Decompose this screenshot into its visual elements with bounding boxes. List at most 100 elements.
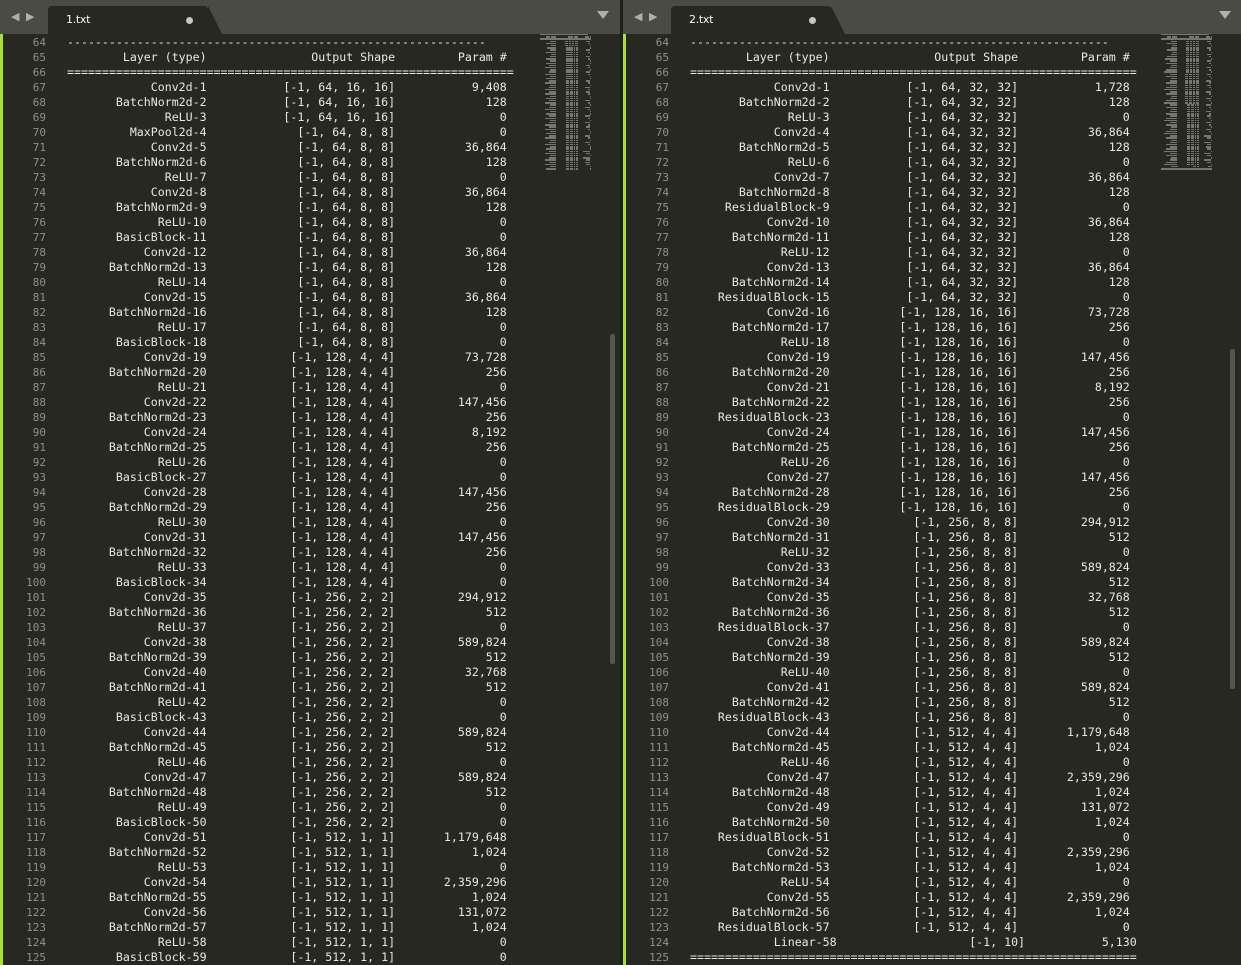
code-line[interactable]: 66 ======================================… bbox=[623, 65, 1153, 80]
unsaved-dot-icon[interactable] bbox=[809, 17, 816, 24]
code-line[interactable]: 103 ResidualBlock-37 [-1, 256, 8, 8] 0 bbox=[623, 620, 1153, 635]
editor-pane-left[interactable]: ◀ ▶ 1.txt 64 ----------------------------… bbox=[0, 0, 620, 965]
code-line[interactable]: 69 ReLU-3 [-1, 64, 32, 32] 0 bbox=[623, 110, 1153, 125]
code-line[interactable]: 95 ResidualBlock-29 [-1, 128, 16, 16] 0 bbox=[623, 500, 1153, 515]
nav-back-icon[interactable]: ◀ bbox=[11, 10, 19, 24]
code-line[interactable]: 100 BatchNorm2d-34 [-1, 256, 8, 8] 512 bbox=[623, 575, 1153, 590]
scrollbar[interactable] bbox=[609, 34, 616, 965]
code-line[interactable]: 106 ReLU-40 [-1, 256, 8, 8] 0 bbox=[623, 665, 1153, 680]
nav-forward-icon[interactable]: ▶ bbox=[649, 10, 657, 24]
code-line[interactable]: 80 ReLU-14 [-1, 64, 8, 8] 0 bbox=[0, 275, 535, 290]
unsaved-dot-icon[interactable] bbox=[186, 17, 193, 24]
code-line[interactable]: 117 Conv2d-51 [-1, 512, 1, 1] 1,179,648 bbox=[0, 830, 535, 845]
code-line[interactable]: 101 Conv2d-35 [-1, 256, 8, 8] 32,768 bbox=[623, 590, 1153, 605]
code-line[interactable]: 81 Conv2d-15 [-1, 64, 8, 8] 36,864 bbox=[0, 290, 535, 305]
code-line[interactable]: 72 BatchNorm2d-6 [-1, 64, 8, 8] 128 bbox=[0, 155, 535, 170]
code-line[interactable]: 94 Conv2d-28 [-1, 128, 4, 4] 147,456 bbox=[0, 485, 535, 500]
code-line[interactable]: 106 Conv2d-40 [-1, 256, 2, 2] 32,768 bbox=[0, 665, 535, 680]
code-line[interactable]: 123 BatchNorm2d-57 [-1, 512, 1, 1] 1,024 bbox=[0, 920, 535, 935]
code-line[interactable]: 90 Conv2d-24 [-1, 128, 4, 4] 8,192 bbox=[0, 425, 535, 440]
code-line[interactable]: 120 ReLU-54 [-1, 512, 4, 4] 0 bbox=[623, 875, 1153, 890]
code-line[interactable]: 78 Conv2d-12 [-1, 64, 8, 8] 36,864 bbox=[0, 245, 535, 260]
code-line[interactable]: 114 BatchNorm2d-48 [-1, 256, 2, 2] 512 bbox=[0, 785, 535, 800]
code-line[interactable]: 76 Conv2d-10 [-1, 64, 32, 32] 36,864 bbox=[623, 215, 1153, 230]
code-line[interactable]: 88 Conv2d-22 [-1, 128, 4, 4] 147,456 bbox=[0, 395, 535, 410]
code-line[interactable]: 100 BasicBlock-34 [-1, 128, 4, 4] 0 bbox=[0, 575, 535, 590]
code-line[interactable]: 83 ReLU-17 [-1, 64, 8, 8] 0 bbox=[0, 320, 535, 335]
code-line[interactable]: 89 ResidualBlock-23 [-1, 128, 16, 16] 0 bbox=[623, 410, 1153, 425]
code-line[interactable]: 82 BatchNorm2d-16 [-1, 64, 8, 8] 128 bbox=[0, 305, 535, 320]
code-line[interactable]: 114 BatchNorm2d-48 [-1, 512, 4, 4] 1,024 bbox=[623, 785, 1153, 800]
code-line[interactable]: 121 BatchNorm2d-55 [-1, 512, 1, 1] 1,024 bbox=[0, 890, 535, 905]
code-line[interactable]: 96 Conv2d-30 [-1, 256, 8, 8] 294,912 bbox=[623, 515, 1153, 530]
code-line[interactable]: 98 BatchNorm2d-32 [-1, 128, 4, 4] 256 bbox=[0, 545, 535, 560]
code-line[interactable]: 96 ReLU-30 [-1, 128, 4, 4] 0 bbox=[0, 515, 535, 530]
code-line[interactable]: 75 ResidualBlock-9 [-1, 64, 32, 32] 0 bbox=[623, 200, 1153, 215]
code-line[interactable]: 92 ReLU-26 [-1, 128, 16, 16] 0 bbox=[623, 455, 1153, 470]
code-line[interactable]: 65 Layer (type) Output Shape Param # bbox=[0, 50, 535, 65]
code-line[interactable]: 77 BatchNorm2d-11 [-1, 64, 32, 32] 128 bbox=[623, 230, 1153, 245]
code-line[interactable]: 87 Conv2d-21 [-1, 128, 16, 16] 8,192 bbox=[623, 380, 1153, 395]
code-line[interactable]: 102 BatchNorm2d-36 [-1, 256, 8, 8] 512 bbox=[623, 605, 1153, 620]
code-line[interactable]: 74 Conv2d-8 [-1, 64, 8, 8] 36,864 bbox=[0, 185, 535, 200]
nav-forward-icon[interactable]: ▶ bbox=[26, 10, 34, 24]
code-line[interactable]: 95 BatchNorm2d-29 [-1, 128, 4, 4] 256 bbox=[0, 500, 535, 515]
code-line[interactable]: 122 BatchNorm2d-56 [-1, 512, 4, 4] 1,024 bbox=[623, 905, 1153, 920]
code-line[interactable]: 113 Conv2d-47 [-1, 512, 4, 4] 2,359,296 bbox=[623, 770, 1153, 785]
code-line[interactable]: 68 BatchNorm2d-2 [-1, 64, 16, 16] 128 bbox=[0, 95, 535, 110]
code-line[interactable]: 70 MaxPool2d-4 [-1, 64, 8, 8] 0 bbox=[0, 125, 535, 140]
tab-file[interactable]: 1.txt bbox=[48, 6, 222, 34]
code-line[interactable]: 103 ReLU-37 [-1, 256, 2, 2] 0 bbox=[0, 620, 535, 635]
code-line[interactable]: 93 Conv2d-27 [-1, 128, 16, 16] 147,456 bbox=[623, 470, 1153, 485]
code-line[interactable]: 107 BatchNorm2d-41 [-1, 256, 2, 2] 512 bbox=[0, 680, 535, 695]
code-line[interactable]: 113 Conv2d-47 [-1, 256, 2, 2] 589,824 bbox=[0, 770, 535, 785]
code-line[interactable]: 122 Conv2d-56 [-1, 512, 1, 1] 131,072 bbox=[0, 905, 535, 920]
code-line[interactable]: 93 BasicBlock-27 [-1, 128, 4, 4] 0 bbox=[0, 470, 535, 485]
code-line[interactable]: 118 Conv2d-52 [-1, 512, 4, 4] 2,359,296 bbox=[623, 845, 1153, 860]
code-line[interactable]: 115 Conv2d-49 [-1, 512, 4, 4] 131,072 bbox=[623, 800, 1153, 815]
code-line[interactable]: 118 BatchNorm2d-52 [-1, 512, 1, 1] 1,024 bbox=[0, 845, 535, 860]
code-line[interactable]: 83 BatchNorm2d-17 [-1, 128, 16, 16] 256 bbox=[623, 320, 1153, 335]
code-line[interactable]: 108 BatchNorm2d-42 [-1, 256, 8, 8] 512 bbox=[623, 695, 1153, 710]
code-line[interactable]: 97 Conv2d-31 [-1, 128, 4, 4] 147,456 bbox=[0, 530, 535, 545]
code-line[interactable]: 91 BatchNorm2d-25 [-1, 128, 16, 16] 256 bbox=[623, 440, 1153, 455]
code-line[interactable]: 104 Conv2d-38 [-1, 256, 2, 2] 589,824 bbox=[0, 635, 535, 650]
code-line[interactable]: 108 ReLU-42 [-1, 256, 2, 2] 0 bbox=[0, 695, 535, 710]
code-line[interactable]: 104 Conv2d-38 [-1, 256, 8, 8] 589,824 bbox=[623, 635, 1153, 650]
code-line[interactable]: 76 ReLU-10 [-1, 64, 8, 8] 0 bbox=[0, 215, 535, 230]
code-line[interactable]: 111 BatchNorm2d-45 [-1, 512, 4, 4] 1,024 bbox=[623, 740, 1153, 755]
code-line[interactable]: 102 BatchNorm2d-36 [-1, 256, 2, 2] 512 bbox=[0, 605, 535, 620]
code-line[interactable]: 110 Conv2d-44 [-1, 512, 4, 4] 1,179,648 bbox=[623, 725, 1153, 740]
code-line[interactable]: 70 Conv2d-4 [-1, 64, 32, 32] 36,864 bbox=[623, 125, 1153, 140]
code-line[interactable]: 123 ResidualBlock-57 [-1, 512, 4, 4] 0 bbox=[623, 920, 1153, 935]
code-line[interactable]: 71 BatchNorm2d-5 [-1, 64, 32, 32] 128 bbox=[623, 140, 1153, 155]
minimap[interactable] bbox=[1161, 34, 1216, 314]
code-line[interactable]: 89 BatchNorm2d-23 [-1, 128, 4, 4] 256 bbox=[0, 410, 535, 425]
code-line[interactable]: 80 BatchNorm2d-14 [-1, 64, 32, 32] 128 bbox=[623, 275, 1153, 290]
scrollbar-thumb[interactable] bbox=[610, 334, 615, 664]
code-line[interactable]: 64 --------------------------------------… bbox=[0, 35, 535, 50]
code-line[interactable]: 107 Conv2d-41 [-1, 256, 8, 8] 589,824 bbox=[623, 680, 1153, 695]
code-line[interactable]: 88 BatchNorm2d-22 [-1, 128, 16, 16] 256 bbox=[623, 395, 1153, 410]
code-line[interactable]: 65 Layer (type) Output Shape Param # bbox=[623, 50, 1153, 65]
code-line[interactable]: 112 ReLU-46 [-1, 512, 4, 4] 0 bbox=[623, 755, 1153, 770]
code-line[interactable]: 119 ReLU-53 [-1, 512, 1, 1] 0 bbox=[0, 860, 535, 875]
code-line[interactable]: 78 ReLU-12 [-1, 64, 32, 32] 0 bbox=[623, 245, 1153, 260]
code-line[interactable]: 125 =====================================… bbox=[623, 950, 1153, 965]
code-line[interactable]: 121 Conv2d-55 [-1, 512, 4, 4] 2,359,296 bbox=[623, 890, 1153, 905]
code-line[interactable]: 85 Conv2d-19 [-1, 128, 4, 4] 73,728 bbox=[0, 350, 535, 365]
code-line[interactable]: 71 Conv2d-5 [-1, 64, 8, 8] 36,864 bbox=[0, 140, 535, 155]
code-line[interactable]: 91 BatchNorm2d-25 [-1, 128, 4, 4] 256 bbox=[0, 440, 535, 455]
editor-pane-right[interactable]: ◀ ▶ 2.txt 64 ----------------------------… bbox=[623, 0, 1241, 965]
tab-file[interactable]: 2.txt bbox=[671, 6, 845, 34]
code-line[interactable]: 84 BasicBlock-18 [-1, 64, 8, 8] 0 bbox=[0, 335, 535, 350]
code-line[interactable]: 74 BatchNorm2d-8 [-1, 64, 32, 32] 128 bbox=[623, 185, 1153, 200]
code-line[interactable]: 66 ======================================… bbox=[0, 65, 535, 80]
code-line[interactable]: 92 ReLU-26 [-1, 128, 4, 4] 0 bbox=[0, 455, 535, 470]
code-line[interactable]: 86 BatchNorm2d-20 [-1, 128, 4, 4] 256 bbox=[0, 365, 535, 380]
code-line[interactable]: 116 BasicBlock-50 [-1, 256, 2, 2] 0 bbox=[0, 815, 535, 830]
code-line[interactable]: 99 Conv2d-33 [-1, 256, 8, 8] 589,824 bbox=[623, 560, 1153, 575]
code-line[interactable]: 82 Conv2d-16 [-1, 128, 16, 16] 73,728 bbox=[623, 305, 1153, 320]
code-line[interactable]: 73 ReLU-7 [-1, 64, 8, 8] 0 bbox=[0, 170, 535, 185]
code-line[interactable]: 99 ReLU-33 [-1, 128, 4, 4] 0 bbox=[0, 560, 535, 575]
